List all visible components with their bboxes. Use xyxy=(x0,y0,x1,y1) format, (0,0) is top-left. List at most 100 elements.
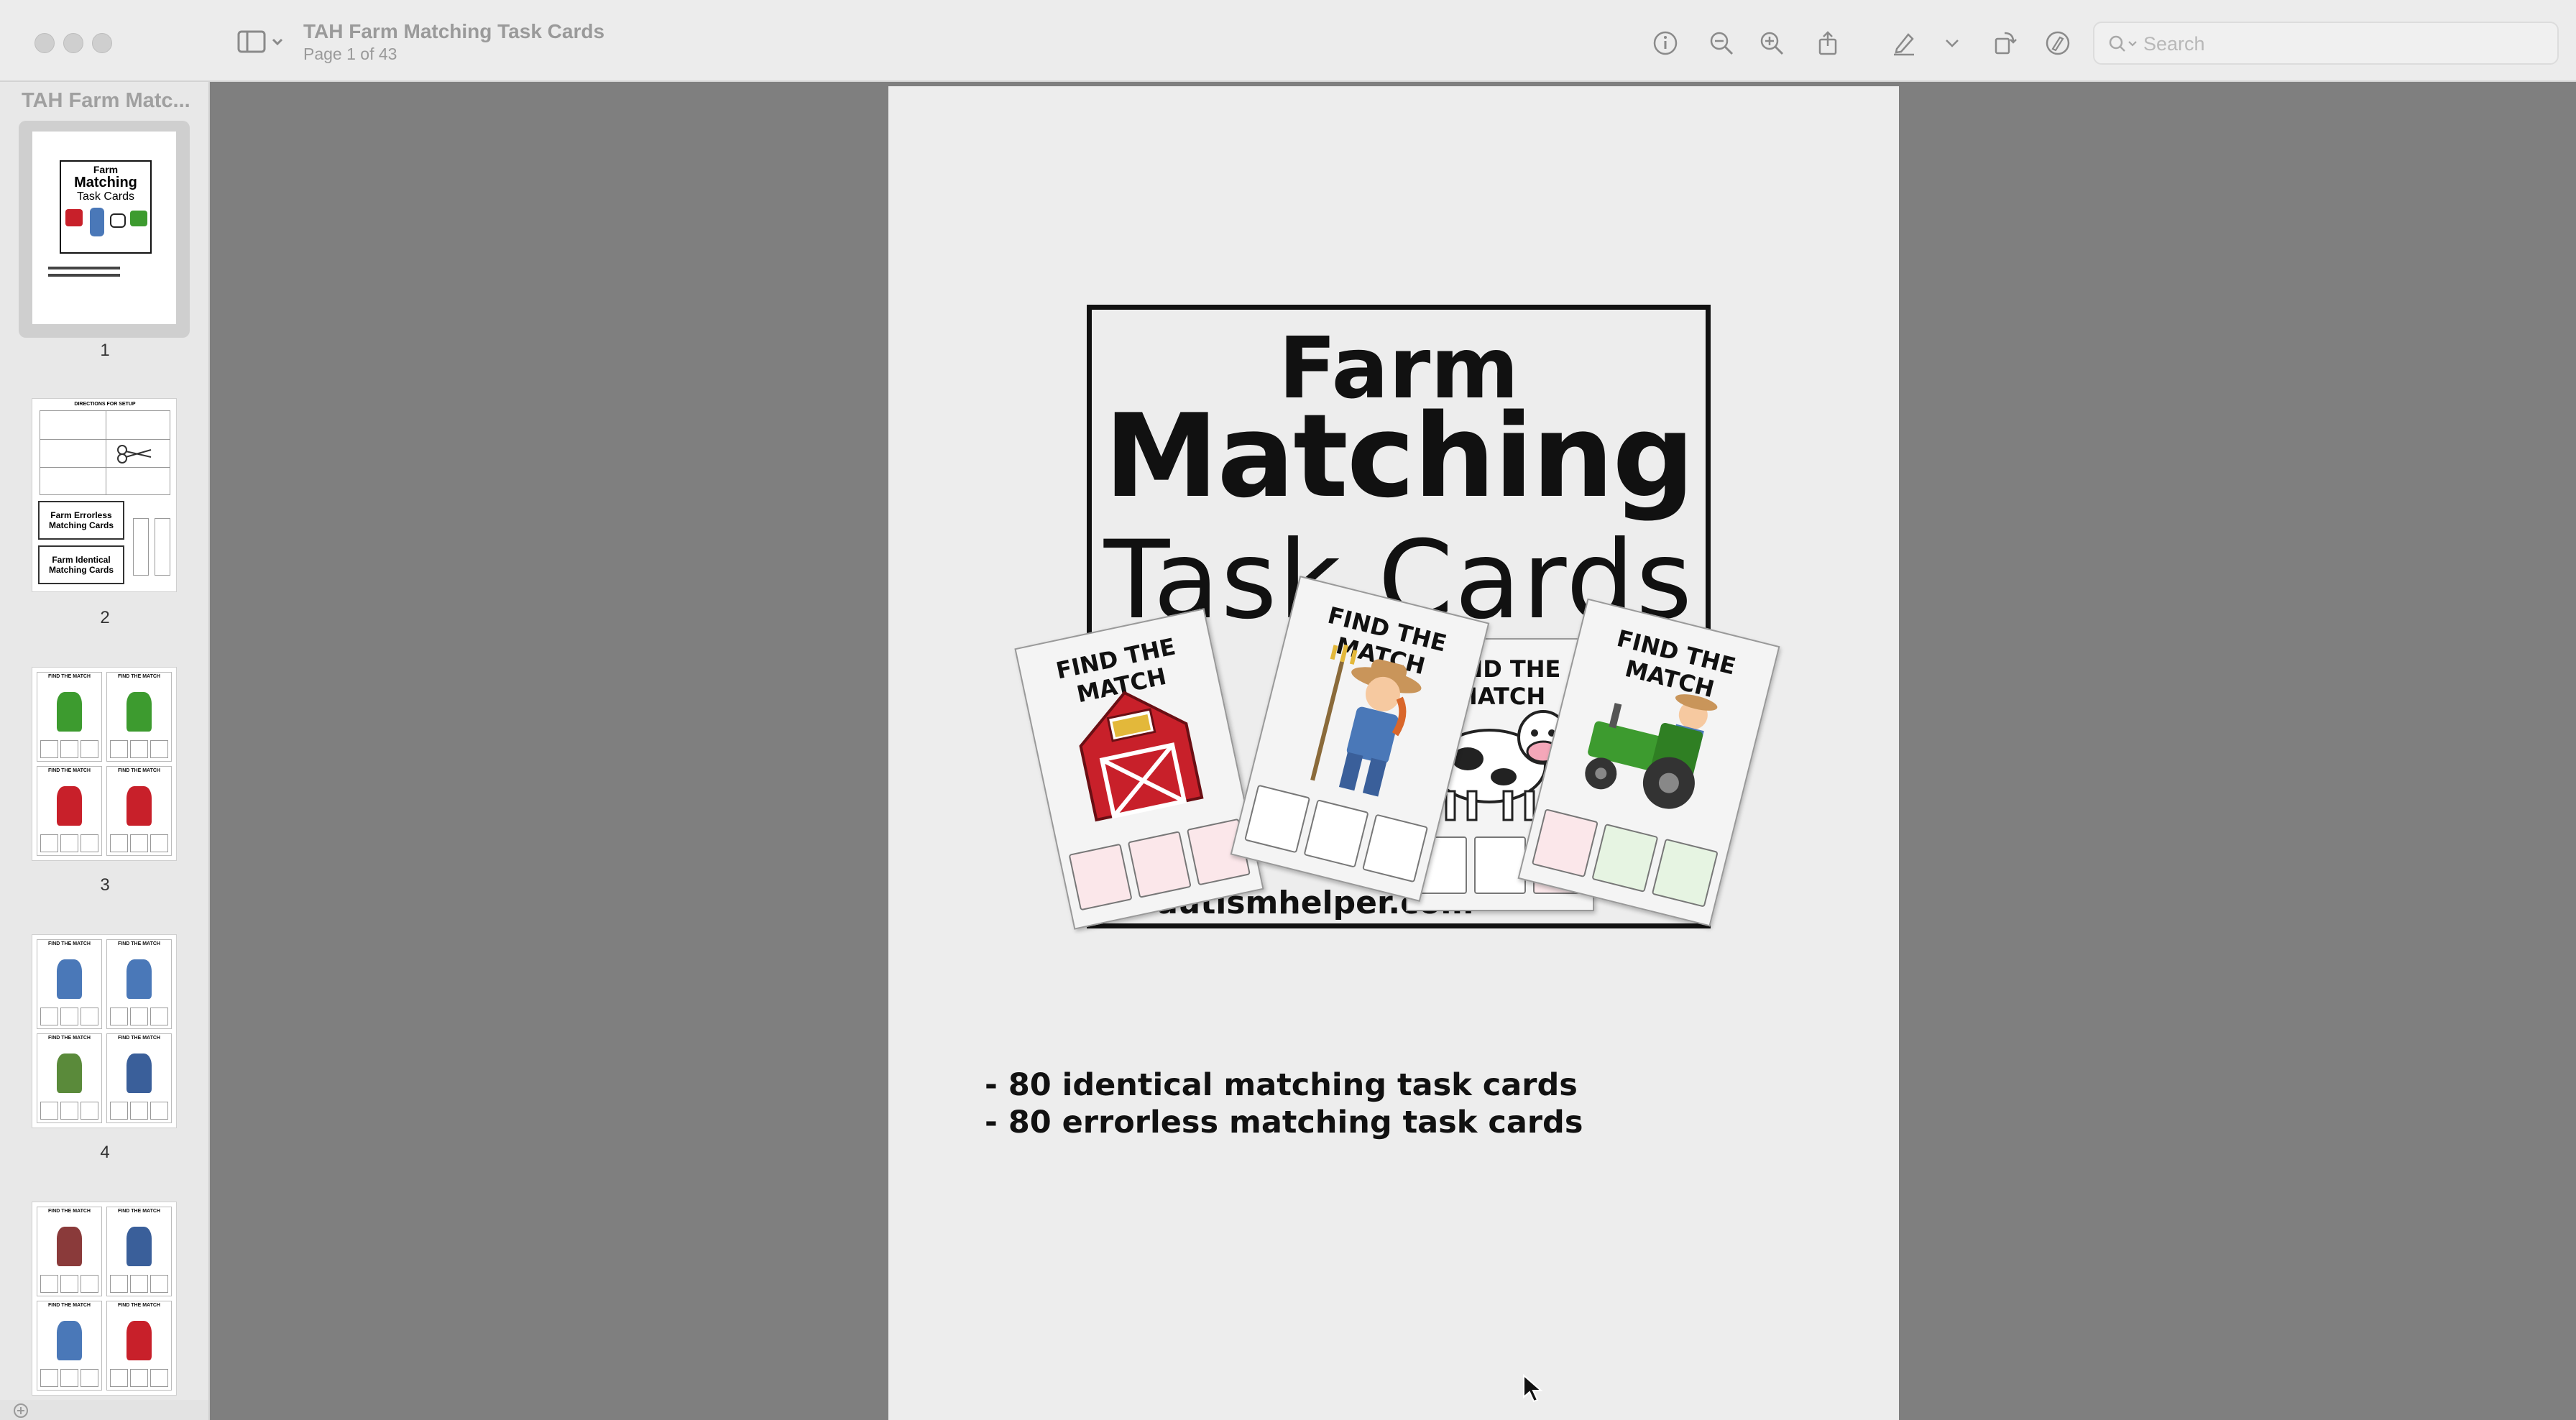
thumbnail-cover-box: Farm Matching Task Cards xyxy=(60,160,152,254)
thumbnail-page-2[interactable]: DIRECTIONS FOR SETUP Farm Errorless Matc… xyxy=(19,398,190,595)
close-window-button[interactable] xyxy=(34,33,55,53)
farmer-icon xyxy=(56,1321,83,1361)
mini-card-label: FIND THE MATCH xyxy=(118,1303,160,1308)
choice-slot xyxy=(1474,836,1526,894)
thumbnail-heading: DIRECTIONS FOR SETUP xyxy=(74,402,136,407)
info-icon xyxy=(1653,31,1678,55)
mini-task-card: FIND THE MATCH xyxy=(37,766,102,856)
thumbnail-page-number: 4 xyxy=(100,1143,110,1162)
feature-item: - 80 errorless matching task cards xyxy=(985,1105,1583,1140)
tractor-icon xyxy=(126,786,152,826)
thumbnail-box xyxy=(155,518,170,576)
window-titlebar: TAH Farm Matching Task Cards Page 1 of 4… xyxy=(0,0,2576,82)
zoom-out-icon xyxy=(1710,32,1734,55)
tractor-icon xyxy=(56,692,83,732)
thumbnail-page-5[interactable]: FIND THE MATCH FIND THE MATCH FIND THE M… xyxy=(19,1202,190,1397)
thumbnail-page-number: 2 xyxy=(100,608,110,627)
document-title: TAH Farm Matching Task Cards xyxy=(303,20,605,42)
mini-task-card: FIND THE MATCH xyxy=(37,939,102,1029)
thumbnail-cover-line: Farm xyxy=(93,164,119,175)
thumbnail-sidebar[interactable]: TAH Farm Matc... Farm Matching Task Card… xyxy=(0,82,210,1420)
feature-list: - 80 identical matching task cards - 80 … xyxy=(985,1066,1583,1141)
thumbnail-image: FIND THE MATCH FIND THE MATCH FIND THE M… xyxy=(32,1202,177,1396)
farmer-icon xyxy=(1310,644,1422,797)
feature-item: - 80 identical matching task cards xyxy=(985,1067,1578,1103)
minimize-window-button[interactable] xyxy=(63,33,83,53)
tractor-icon xyxy=(130,211,147,226)
page-indicator: Page 1 of 43 xyxy=(303,45,397,63)
rotate-icon xyxy=(1995,32,2017,55)
markup-icon xyxy=(2046,31,2070,55)
mini-task-card: FIND THE MATCH xyxy=(106,1301,172,1391)
cover-title-matching: Matching xyxy=(1104,389,1695,523)
thumbnail-image: DIRECTIONS FOR SETUP Farm Errorless Matc… xyxy=(32,398,177,592)
mini-card-label: FIND THE MATCH xyxy=(118,1036,160,1041)
zoom-in-icon xyxy=(1760,32,1784,55)
zoom-window-button[interactable] xyxy=(92,33,112,53)
thumbnail-cover-line: Task Cards xyxy=(76,190,135,203)
choice-slot xyxy=(1303,799,1370,868)
thumbnail-card-grid: FIND THE MATCH FIND THE MATCH FIND THE M… xyxy=(37,1207,172,1391)
choice-slot xyxy=(1651,838,1719,908)
mini-task-card: FIND THE MATCH xyxy=(106,939,172,1029)
mini-card-label: FIND THE MATCH xyxy=(118,768,160,773)
rotate-button[interactable] xyxy=(1988,27,2021,59)
markup-button[interactable] xyxy=(2041,27,2074,59)
thumbnail-label-errorless: Farm Errorless Matching Cards xyxy=(38,501,124,540)
thumbnail-image: FIND THE MATCH FIND THE MATCH FIND THE M… xyxy=(32,667,177,861)
barn-icon xyxy=(65,209,83,226)
thumbnail-image: Farm Matching Task Cards xyxy=(32,131,177,325)
mini-card-label: FIND THE MATCH xyxy=(48,941,91,946)
thumbnail-image: FIND THE MATCH FIND THE MATCH FIND THE M… xyxy=(32,934,177,1128)
sidebar-footer xyxy=(0,1400,208,1420)
farmer-icon xyxy=(56,1227,83,1267)
thumbnail-card-grid: FIND THE MATCH FIND THE MATCH FIND THE M… xyxy=(37,672,172,856)
share-icon xyxy=(1818,31,1837,55)
chevron-down-icon xyxy=(1946,40,1959,47)
highlight-button[interactable] xyxy=(1887,27,1920,59)
choice-slot xyxy=(1244,784,1310,854)
thumbnail-text-line xyxy=(48,274,120,277)
thumbnail-page-1[interactable]: Farm Matching Task Cards xyxy=(19,121,190,338)
mini-card-label: FIND THE MATCH xyxy=(48,1303,91,1308)
mini-card-label: FIND THE MATCH xyxy=(48,768,91,773)
add-page-icon[interactable] xyxy=(13,1403,29,1419)
farmer-icon xyxy=(126,959,152,1000)
mini-card-label: FIND THE MATCH xyxy=(48,1209,91,1214)
highlight-pen-icon xyxy=(1894,33,1914,56)
choice-slot xyxy=(1362,813,1429,883)
mini-task-card: FIND THE MATCH xyxy=(37,1207,102,1296)
sidebar-title: TAH Farm Matc... xyxy=(22,89,190,112)
search-field[interactable] xyxy=(2093,22,2559,65)
thumbnail-page-3[interactable]: FIND THE MATCH FIND THE MATCH FIND THE M… xyxy=(19,667,190,862)
mini-card-label: FIND THE MATCH xyxy=(118,674,160,679)
mini-card-label: FIND THE MATCH xyxy=(48,674,91,679)
thumbnail-page-number: 3 xyxy=(100,875,110,895)
tractor-icon xyxy=(126,692,152,732)
thumbnail-label-identical: Farm Identical Matching Cards xyxy=(38,545,124,584)
farmer-icon xyxy=(56,959,83,1000)
highlight-options-button[interactable] xyxy=(1938,27,1966,59)
search-icon xyxy=(2109,35,2137,52)
search-input[interactable] xyxy=(2143,29,2546,59)
thumbnail-text-line xyxy=(48,267,120,269)
sidebar-toggle-button[interactable] xyxy=(237,27,288,56)
mini-task-card: FIND THE MATCH xyxy=(106,1033,172,1123)
zoom-in-button[interactable] xyxy=(1755,27,1788,59)
farmer-icon xyxy=(126,1227,152,1267)
mini-card-label: FIND THE MATCH xyxy=(48,1036,91,1041)
tractor-icon xyxy=(56,786,83,826)
barn-icon xyxy=(1079,691,1204,822)
share-button[interactable] xyxy=(1811,27,1844,59)
thumbnail-box xyxy=(133,518,149,576)
zoom-out-button[interactable] xyxy=(1705,27,1738,59)
choice-slot xyxy=(1127,831,1192,898)
mini-task-card: FIND THE MATCH xyxy=(106,672,172,762)
thumbnail-page-4[interactable]: FIND THE MATCH FIND THE MATCH FIND THE M… xyxy=(19,934,190,1130)
pdf-page[interactable]: Farm Matching Task Cards theautismhelper… xyxy=(888,86,1899,1420)
mouse-pointer-icon xyxy=(1523,1374,1542,1403)
mini-card-label: FIND THE MATCH xyxy=(118,941,160,946)
mini-task-card: FIND THE MATCH xyxy=(37,1301,102,1391)
info-button[interactable] xyxy=(1649,27,1682,59)
sidebar-toggle-icon xyxy=(237,30,283,53)
